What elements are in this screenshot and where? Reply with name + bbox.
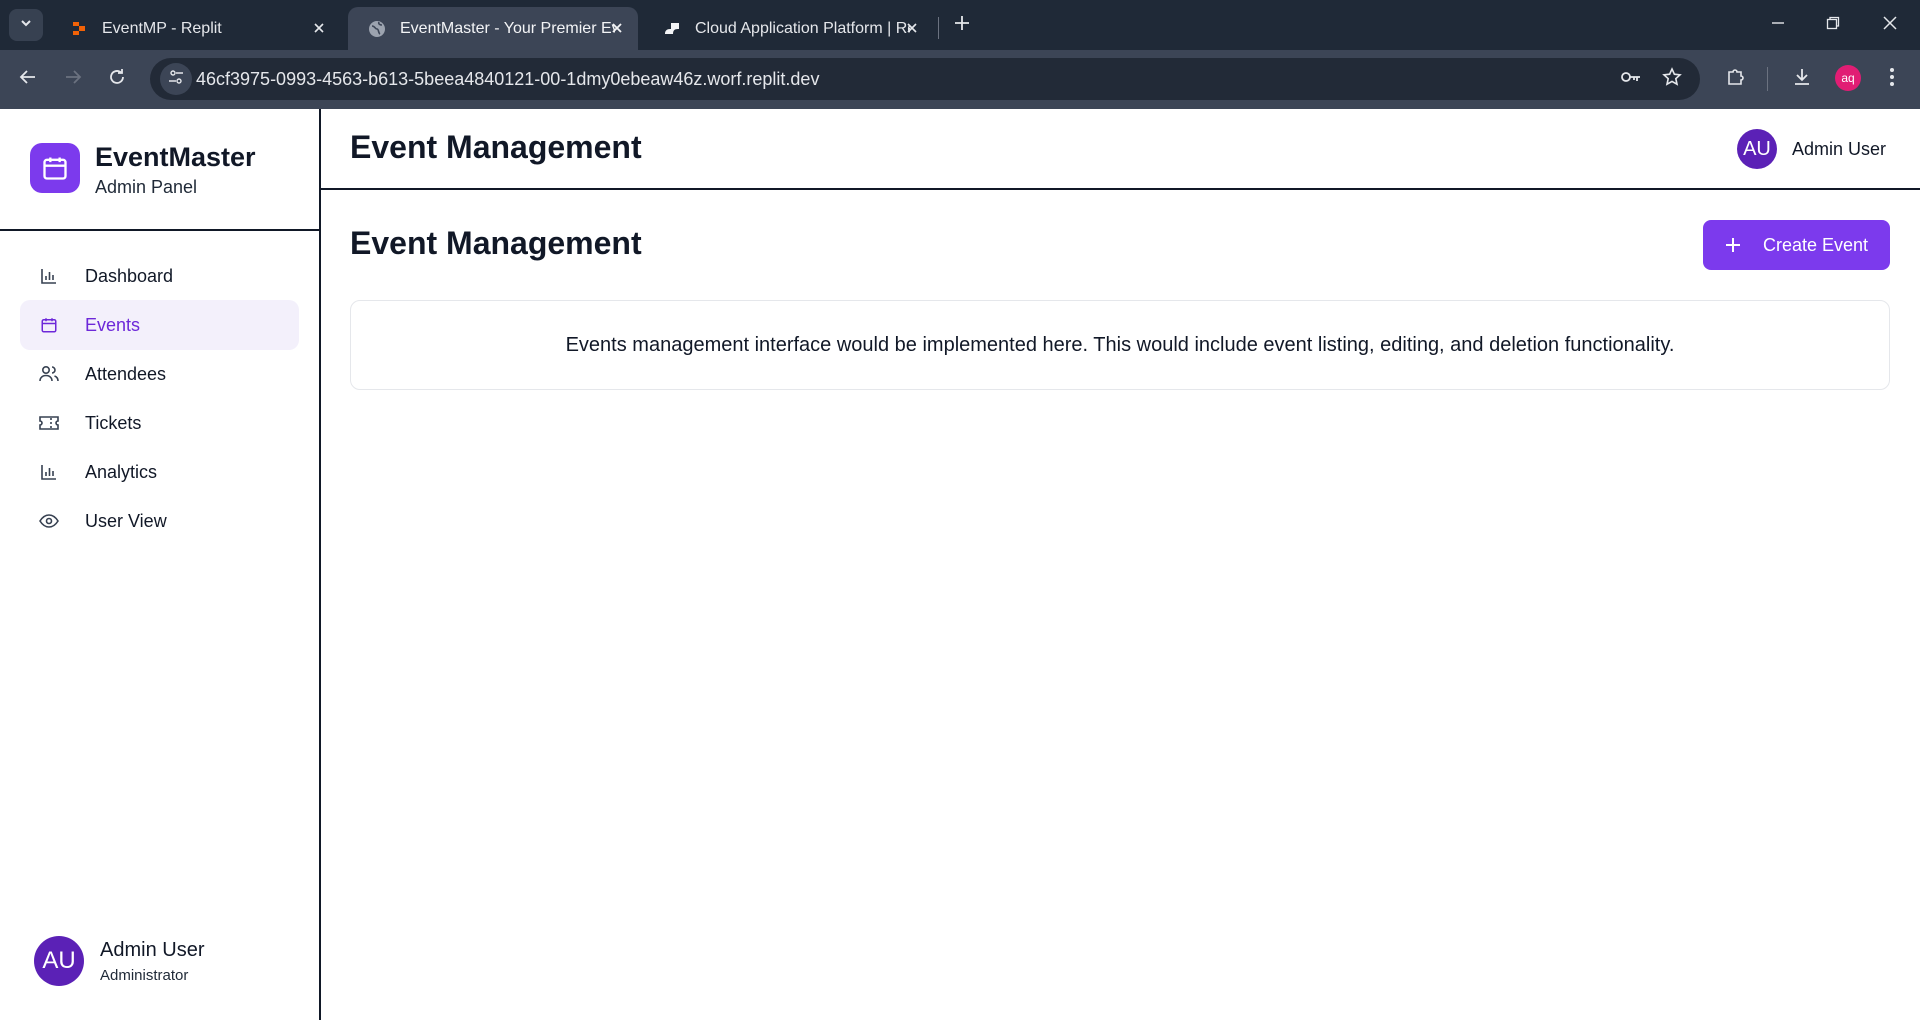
user-name: Admin User bbox=[1792, 139, 1887, 159]
browser-tab-cloud[interactable]: Cloud Application Platform | Re bbox=[643, 7, 933, 50]
browser-tab-replit[interactable]: EventMP - Replit bbox=[50, 7, 340, 50]
sidebar-item-attendees[interactable]: Attendees bbox=[20, 349, 299, 399]
site-info-button[interactable] bbox=[160, 63, 192, 95]
sidebar: EventMaster Admin Panel Dashboard Events bbox=[0, 109, 321, 1020]
sidebar-item-label: User View bbox=[85, 510, 167, 531]
sidebar-item-analytics[interactable]: Analytics bbox=[20, 447, 299, 497]
browser-toolbar: 46cf3975-0993-4563-b613-5beea4840121-00-… bbox=[0, 50, 1920, 109]
close-icon[interactable] bbox=[310, 19, 328, 37]
arrow-right-icon bbox=[64, 68, 82, 91]
create-event-button[interactable]: Create Event bbox=[1703, 220, 1890, 270]
user-name: Admin User bbox=[100, 939, 205, 961]
replit-cloud-icon bbox=[663, 20, 681, 38]
events-placeholder-card: Events management interface would be imp… bbox=[350, 300, 1890, 390]
close-window-button[interactable] bbox=[1879, 14, 1901, 36]
sidebar-user-profile[interactable]: AU Admin User Administrator bbox=[34, 936, 304, 992]
minimize-button[interactable] bbox=[1767, 14, 1789, 36]
tab-separator bbox=[938, 17, 939, 39]
calendar-logo-icon bbox=[30, 143, 80, 193]
close-icon bbox=[1882, 15, 1898, 36]
sidebar-item-label: Dashboard bbox=[85, 265, 174, 286]
replit-icon bbox=[70, 20, 88, 38]
puzzle-icon bbox=[1726, 67, 1746, 92]
plus-icon bbox=[1723, 235, 1743, 255]
reload-icon bbox=[108, 68, 126, 91]
brand-title: EventMaster bbox=[95, 142, 256, 172]
downloads-button[interactable] bbox=[1789, 66, 1815, 92]
forward-button[interactable] bbox=[60, 66, 86, 92]
more-vertical-icon bbox=[1889, 67, 1895, 92]
avatar: AU bbox=[1737, 129, 1777, 169]
toolbar-divider bbox=[1767, 67, 1768, 91]
chevron-down-icon bbox=[19, 16, 33, 35]
sidebar-item-user-view[interactable]: User View bbox=[20, 496, 299, 546]
password-key-button[interactable] bbox=[1620, 68, 1642, 90]
tab-title: EventMaster - Your Premier Eve bbox=[400, 19, 615, 37]
close-icon[interactable] bbox=[903, 19, 921, 37]
plus-icon bbox=[954, 15, 970, 36]
sidebar-item-label: Events bbox=[85, 314, 141, 335]
arrow-left-icon bbox=[19, 68, 37, 91]
url-text[interactable]: 46cf3975-0993-4563-b613-5beea4840121-00-… bbox=[196, 69, 819, 90]
new-tab-button[interactable] bbox=[950, 13, 974, 37]
sidebar-item-label: Tickets bbox=[85, 412, 142, 433]
sidebar-item-label: Attendees bbox=[85, 363, 167, 384]
user-role: Administrator bbox=[100, 967, 189, 984]
sidebar-item-events[interactable]: Events bbox=[20, 300, 299, 350]
brand-header: EventMaster Admin Panel bbox=[0, 109, 319, 231]
extensions-button[interactable] bbox=[1723, 66, 1749, 92]
browser-tab-eventmaster[interactable]: EventMaster - Your Premier Eve bbox=[348, 7, 638, 50]
back-button[interactable] bbox=[15, 66, 41, 92]
sidebar-item-tickets[interactable]: Tickets bbox=[20, 398, 299, 448]
tab-title: EventMP - Replit bbox=[102, 19, 222, 37]
key-icon bbox=[1620, 66, 1642, 93]
ticket-icon bbox=[38, 412, 60, 434]
globe-icon bbox=[368, 20, 386, 38]
tab-title: Cloud Application Platform | Re bbox=[695, 19, 910, 37]
profile-avatar[interactable]: aq bbox=[1835, 65, 1861, 91]
bar-chart-icon bbox=[38, 265, 60, 287]
top-header: Event Management AU Admin User bbox=[321, 109, 1920, 190]
users-icon bbox=[38, 363, 60, 385]
calendar-icon bbox=[38, 314, 60, 336]
tune-icon bbox=[168, 69, 184, 90]
page-title: Event Management bbox=[350, 225, 642, 261]
star-icon bbox=[1662, 66, 1682, 92]
header-title: Event Management bbox=[350, 129, 642, 165]
app-root: EventMaster Admin Panel Dashboard Events bbox=[0, 109, 1920, 1020]
brand-subtitle: Admin Panel bbox=[95, 177, 198, 197]
bar-chart-icon bbox=[38, 461, 60, 483]
browser-tab-bar: EventMP - Replit EventMaster - Your Prem… bbox=[0, 0, 1920, 50]
minimize-icon bbox=[1771, 16, 1785, 35]
main-content: Event Management AU Admin User Event Man… bbox=[321, 109, 1920, 1020]
reload-button[interactable] bbox=[104, 66, 130, 92]
address-bar[interactable]: 46cf3975-0993-4563-b613-5beea4840121-00-… bbox=[150, 58, 1700, 100]
restore-button[interactable] bbox=[1822, 14, 1844, 36]
placeholder-message: Events management interface would be imp… bbox=[565, 333, 1675, 356]
download-icon bbox=[1792, 67, 1812, 92]
browser-menu-button[interactable] bbox=[1879, 66, 1905, 92]
sidebar-item-dashboard[interactable]: Dashboard bbox=[20, 251, 299, 301]
create-event-label: Create Event bbox=[1763, 234, 1869, 255]
avatar: AU bbox=[34, 936, 84, 986]
eye-icon bbox=[38, 510, 60, 532]
sidebar-item-label: Analytics bbox=[85, 461, 158, 482]
bookmark-button[interactable] bbox=[1661, 66, 1683, 92]
tab-search-button[interactable] bbox=[9, 9, 43, 41]
close-icon[interactable] bbox=[608, 19, 626, 37]
restore-icon bbox=[1826, 16, 1840, 35]
